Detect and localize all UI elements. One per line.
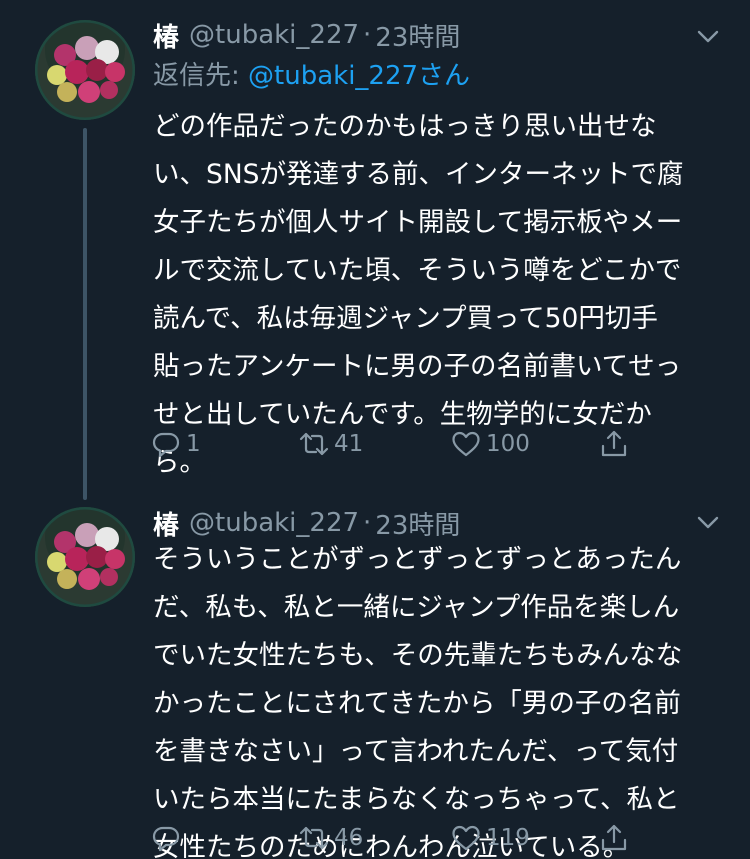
tweet-text-line: かったことにされてきたから「男の子の名前: [153, 688, 681, 719]
retweet-count: 46: [334, 825, 364, 851]
heart-icon: [452, 431, 480, 457]
tweet-text-line: でいた女性たちも、その先輩たちもみんなな: [153, 640, 683, 671]
retweet-icon: [299, 826, 329, 850]
timestamp[interactable]: 23時間: [375, 17, 460, 54]
chevron-down-icon[interactable]: [694, 508, 722, 536]
tweet-actions: 1 41 100: [150, 424, 650, 464]
retweet-button[interactable]: 46: [298, 818, 363, 858]
separator-dot: ·: [363, 508, 372, 538]
like-button[interactable]: 119: [450, 818, 530, 858]
reply-count: 1: [186, 431, 201, 457]
avatar-image: [35, 20, 135, 120]
like-count: 119: [486, 825, 530, 851]
tweet-text: そういうことがずっとずっとずっとあったん だ、私も、私と一緒にジャンプ作品を楽し…: [153, 536, 733, 859]
tweet-text-line: を書きなさい」って言われたんだ、って気付: [153, 736, 679, 767]
reply-icon: [152, 826, 180, 852]
retweet-button[interactable]: 41: [298, 424, 363, 464]
tweet-actions: 46 119: [150, 818, 650, 858]
user-handle[interactable]: @tubaki_227: [189, 20, 359, 50]
tweet-header: 椿 @tubaki_227 · 23時間: [153, 15, 460, 55]
reply-to-label: 返信先:: [153, 61, 249, 91]
tweet-text-line: い、SNSが発達する前、インターネットで腐: [153, 159, 684, 190]
share-icon: [601, 430, 627, 457]
tweet-text-line: どの作品だったのかもはっきり思い出せな: [153, 111, 657, 142]
reply-context: 返信先: @tubaki_227さん: [153, 55, 470, 92]
avatar-image: [35, 507, 135, 607]
tweet-text-line: だ、私も、私と一緒にジャンプ作品を楽しん: [153, 592, 680, 623]
avatar[interactable]: [35, 20, 135, 120]
user-handle[interactable]: @tubaki_227: [189, 508, 359, 538]
tweet-text-line: ルで交流していた頃、そういう噂をどこかで: [153, 255, 682, 286]
tweet[interactable]: 椿 @tubaki_227 · 23時間 そういうことがずっとずっとずっとあった…: [0, 500, 750, 859]
like-button[interactable]: 100: [450, 424, 530, 464]
avatar[interactable]: [35, 507, 135, 607]
display-name[interactable]: 椿: [153, 17, 179, 54]
reply-icon: [152, 432, 180, 458]
separator-dot: ·: [363, 20, 372, 50]
tweet-text-line: いたら本当にたまらなくなっちゃって、私と: [153, 784, 680, 815]
reply-to-link[interactable]: @tubaki_227さん: [248, 61, 470, 91]
tweet-text-line: 読んで、私は毎週ジャンプ買って50円切手: [153, 303, 658, 334]
share-button[interactable]: [598, 818, 630, 858]
retweet-count: 41: [334, 431, 364, 457]
chevron-down-icon[interactable]: [694, 22, 722, 50]
share-icon: [601, 824, 627, 851]
reply-button[interactable]: 1: [150, 424, 201, 464]
retweet-icon: [299, 432, 329, 456]
reply-button[interactable]: [150, 818, 186, 858]
tweet-text-line: そういうことがずっとずっとずっとあったん: [153, 544, 682, 575]
tweet-text-line: 女子たちが個人サイト開設して掲示板やメー: [153, 207, 683, 238]
tweet[interactable]: 椿 @tubaki_227 · 23時間 返信先: @tubaki_227さん …: [0, 0, 750, 500]
like-count: 100: [486, 431, 530, 457]
thread-connector-line: [83, 128, 87, 500]
heart-icon: [452, 825, 480, 851]
share-button[interactable]: [598, 424, 630, 464]
tweet-text-line: 貼ったアンケートに男の子の名前書いてせっ: [153, 351, 682, 382]
